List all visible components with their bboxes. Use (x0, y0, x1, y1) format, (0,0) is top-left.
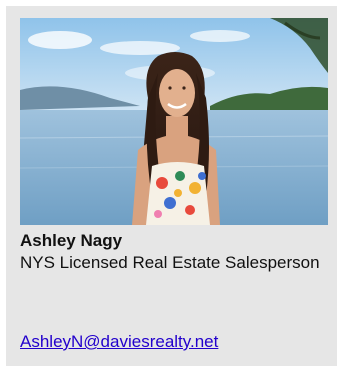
agent-name: Ashley Nagy (20, 231, 123, 250)
agent-photo-image (20, 18, 328, 225)
agent-card: Ashley Nagy NYS Licensed Real Estate Sal… (6, 6, 337, 366)
agent-title: NYS Licensed Real Estate Salesperson (20, 253, 320, 272)
agent-email-link[interactable]: AshleyN@daviesrealty.net (20, 332, 218, 352)
agent-photo (20, 18, 328, 225)
